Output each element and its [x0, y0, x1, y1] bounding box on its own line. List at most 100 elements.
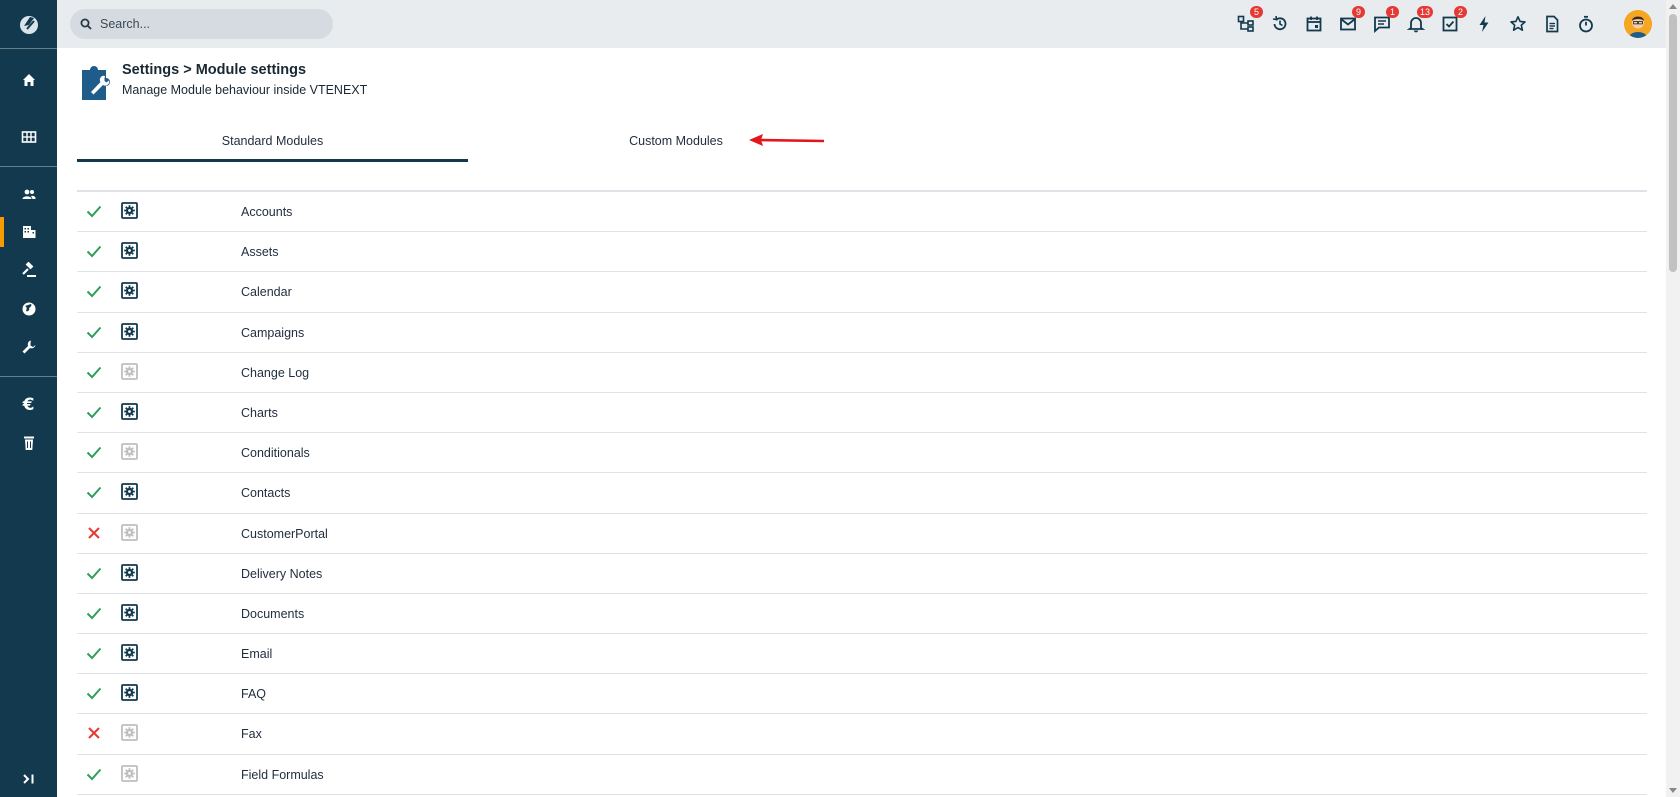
module-settings-icon[interactable] — [121, 644, 138, 661]
module-settings-icon[interactable] — [121, 282, 138, 300]
check-icon[interactable] — [86, 605, 102, 621]
todo-icon — [1442, 16, 1458, 32]
check-icon[interactable] — [86, 243, 102, 259]
sidebar-item-users[interactable] — [0, 175, 57, 213]
module-settings-icon — [121, 523, 138, 541]
check-icon[interactable] — [86, 766, 102, 782]
mail-badge: 9 — [1352, 6, 1365, 18]
module-name: FAQ — [241, 687, 267, 702]
mail-button[interactable]: 9 — [1336, 6, 1365, 36]
users-icon — [22, 189, 36, 199]
annotation-arrow-icon — [749, 134, 825, 146]
table-row[interactable]: Email — [77, 634, 1647, 675]
sidebar-item-organizations[interactable] — [0, 213, 57, 251]
module-settings-icon[interactable] — [121, 684, 138, 702]
table-row[interactable]: Documents — [77, 594, 1647, 635]
sidebar-item-web[interactable] — [0, 290, 57, 328]
table-row[interactable]: Fax — [77, 714, 1647, 755]
module-name: Documents — [241, 606, 305, 621]
sidebar-item-legal[interactable] — [0, 251, 57, 289]
cross-icon[interactable] — [86, 725, 102, 741]
chat-icon — [1374, 16, 1390, 33]
module-settings-icon — [121, 443, 138, 461]
scroll-down-arrow[interactable] — [1669, 788, 1677, 793]
table-row[interactable]: CustomerPortal — [77, 514, 1647, 554]
scroll-up-arrow[interactable] — [1669, 4, 1677, 9]
module-settings-icon[interactable] — [121, 322, 138, 340]
building-icon — [22, 226, 35, 238]
mail-icon — [1340, 17, 1356, 31]
scroll-thumb[interactable] — [1669, 14, 1677, 272]
table-row[interactable]: Delivery Notes — [77, 554, 1647, 594]
history-icon — [1272, 15, 1287, 31]
check-icon[interactable] — [86, 283, 102, 299]
table-row[interactable]: Campaigns — [77, 313, 1647, 353]
module-name: Contacts — [241, 486, 291, 501]
sidebar: € — [0, 0, 57, 797]
logo-icon — [19, 16, 38, 34]
check-icon[interactable] — [86, 645, 102, 661]
sidebar-item-home[interactable] — [0, 61, 57, 99]
todo-badge: 2 — [1454, 6, 1467, 18]
calendar-button[interactable] — [1302, 12, 1326, 36]
favorites-button[interactable] — [1506, 12, 1530, 36]
search-box[interactable] — [70, 9, 333, 39]
check-icon[interactable] — [86, 484, 102, 500]
table-row[interactable]: Assets — [77, 232, 1647, 273]
module-settings-icon[interactable] — [121, 603, 138, 621]
module-name: Assets — [241, 245, 279, 260]
sidebar-divider — [0, 166, 57, 167]
table-row[interactable]: Field Formulas — [77, 755, 1647, 795]
table-row[interactable]: Change Log — [77, 353, 1647, 393]
check-icon[interactable] — [86, 203, 102, 219]
tab-standard-modules[interactable]: Standard Modules — [77, 126, 468, 162]
user-avatar[interactable] — [1624, 10, 1652, 38]
module-name: Fax — [241, 727, 262, 742]
notifications-badge: 13 — [1416, 6, 1433, 18]
table-row[interactable]: Calendar — [77, 272, 1647, 313]
chat-button[interactable]: 1 — [1370, 6, 1399, 36]
module-settings-icon[interactable] — [121, 403, 138, 420]
documents-button[interactable] — [1540, 12, 1564, 36]
page-subtitle: Manage Module behaviour inside VTENEXT — [122, 83, 368, 97]
check-icon[interactable] — [86, 565, 102, 581]
cross-icon[interactable] — [86, 525, 102, 541]
module-settings-icon[interactable] — [121, 483, 138, 501]
sidebar-item-grid[interactable] — [0, 118, 57, 156]
table-row[interactable]: FAQ — [77, 674, 1647, 715]
app-logo[interactable] — [0, 0, 57, 48]
module-settings-icon[interactable] — [121, 563, 138, 581]
chat-badge: 1 — [1386, 6, 1399, 18]
check-icon[interactable] — [86, 324, 102, 340]
table-row[interactable]: Charts — [77, 393, 1647, 434]
sidebar-item-trash[interactable] — [0, 424, 57, 462]
processes-button[interactable]: 5 — [1234, 6, 1263, 36]
table-row[interactable]: Contacts — [77, 473, 1647, 514]
search-input[interactable] — [100, 17, 300, 31]
sidebar-item-finance[interactable]: € — [0, 386, 57, 424]
processes-icon — [1237, 15, 1254, 32]
module-name: Delivery Notes — [241, 566, 323, 581]
todo-button[interactable]: 2 — [1438, 6, 1467, 36]
sidebar-item-tools[interactable] — [0, 328, 57, 366]
puzzle-wrench-icon — [82, 66, 110, 100]
top-bar: 5 9 1 — [57, 0, 1666, 48]
module-settings-icon[interactable] — [121, 242, 138, 260]
calendar-icon — [1306, 16, 1322, 32]
check-icon[interactable] — [86, 364, 102, 380]
page-scrollbar[interactable] — [1666, 0, 1680, 797]
check-icon[interactable] — [86, 404, 102, 420]
module-name: Calendar — [241, 285, 292, 300]
table-row[interactable]: Accounts — [77, 192, 1647, 233]
avatar-icon — [1624, 10, 1652, 38]
sidebar-expand-button[interactable] — [0, 760, 57, 797]
history-button[interactable] — [1268, 12, 1292, 36]
timer-button[interactable] — [1574, 12, 1598, 36]
table-row[interactable]: Conditionals — [77, 433, 1647, 474]
module-settings-icon[interactable] — [121, 202, 138, 219]
check-icon[interactable] — [86, 444, 102, 460]
quick-actions-button[interactable] — [1472, 12, 1496, 36]
page-title: Settings > Module settings — [122, 62, 307, 78]
notifications-button[interactable]: 13 — [1404, 6, 1433, 36]
check-icon[interactable] — [86, 685, 102, 701]
